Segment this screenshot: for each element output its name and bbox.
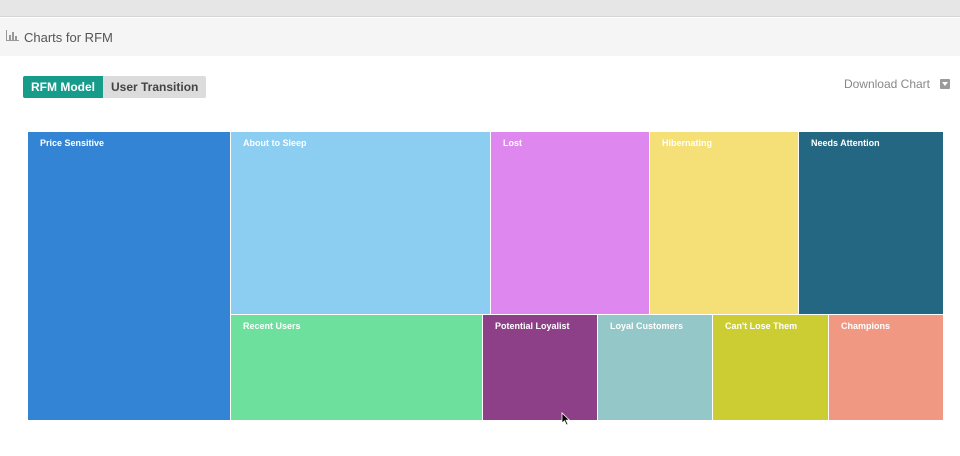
tab-rfm-model[interactable]: RFM Model bbox=[23, 76, 103, 98]
treemap-cell-loyal-customers[interactable]: Loyal Customers bbox=[598, 315, 713, 421]
tab-user-transition[interactable]: User Transition bbox=[103, 76, 207, 98]
treemap-cell-label: Potential Loyalist bbox=[495, 321, 570, 331]
treemap-cell-potential-loyalist[interactable]: Potential Loyalist bbox=[483, 315, 598, 421]
chart-tabs: RFM Model User Transition bbox=[23, 76, 207, 98]
download-chart-label: Download Chart bbox=[843, 77, 930, 91]
bar-chart-icon bbox=[6, 30, 19, 41]
treemap-cell-lost[interactable]: Lost bbox=[491, 132, 650, 315]
mouse-cursor-icon bbox=[561, 412, 571, 426]
treemap-cell-label: Champions bbox=[841, 321, 891, 331]
download-chart-button[interactable]: Download Chart bbox=[844, 77, 950, 91]
treemap-cell-price-sensitive[interactable]: Price Sensitive bbox=[28, 132, 231, 421]
top-strip bbox=[0, 0, 960, 17]
treemap-cell-label: About to Sleep bbox=[243, 138, 307, 148]
treemap-cell-label: Lost bbox=[503, 138, 522, 148]
treemap-cell-label: Hibernating bbox=[662, 138, 713, 148]
treemap-cell-needs-attention[interactable]: Needs Attention bbox=[799, 132, 944, 315]
download-icon bbox=[940, 79, 950, 89]
treemap-cell-about-to-sleep[interactable]: About to Sleep bbox=[231, 132, 491, 315]
treemap-cell-label: Price Sensitive bbox=[40, 138, 105, 148]
rfm-treemap: Price Sensitive About to Sleep Lost Hiberna… bbox=[0, 0, 960, 456]
treemap-cell-label: Loyal Customers bbox=[610, 321, 684, 331]
treemap-cell-label: Recent Users bbox=[243, 321, 301, 331]
page-title: Charts for RFM bbox=[24, 30, 113, 45]
treemap-cell-label: Needs Attention bbox=[811, 138, 880, 148]
treemap-cell-champions[interactable]: Champions bbox=[829, 315, 944, 421]
chart-panel-header: Charts for RFM bbox=[0, 18, 960, 56]
treemap-cell-recent-users[interactable]: Recent Users bbox=[231, 315, 483, 421]
treemap-cell-label: Can't Lose Them bbox=[725, 321, 798, 331]
treemap-cell-hibernating[interactable]: Hibernating bbox=[650, 132, 799, 315]
treemap-cell-can-t-lose-them[interactable]: Can't Lose Them bbox=[713, 315, 829, 421]
